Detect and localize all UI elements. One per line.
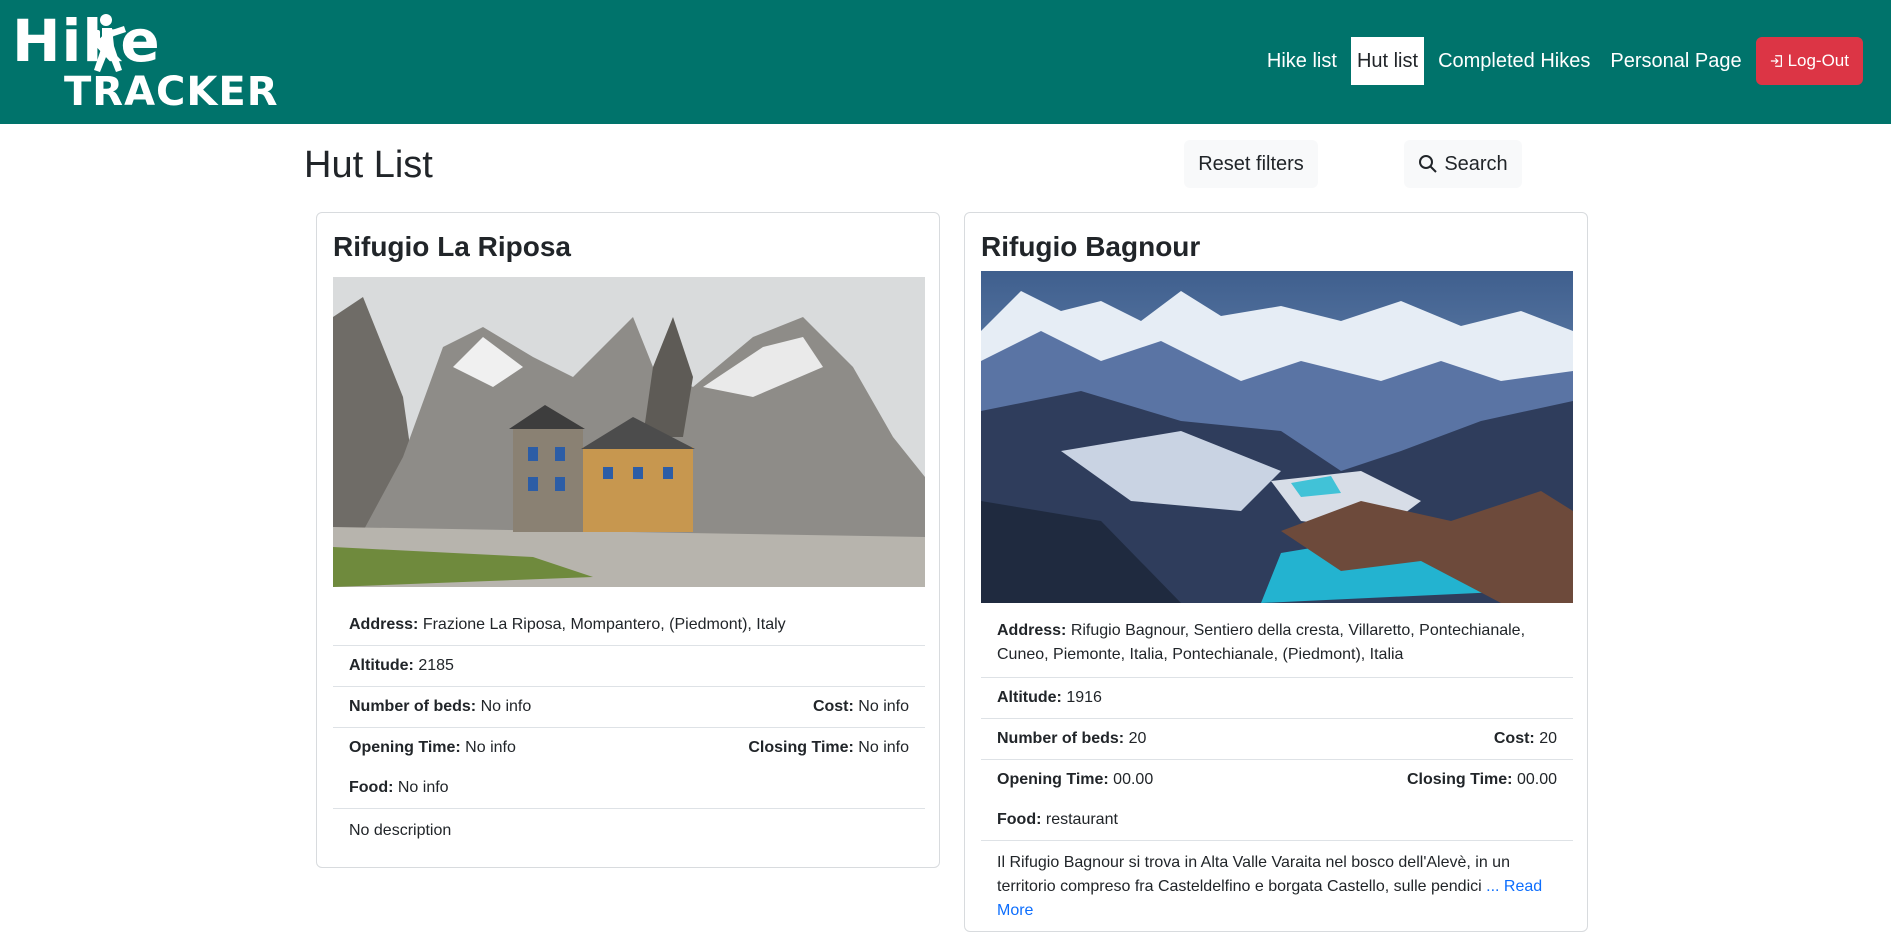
address-label: Address: xyxy=(349,616,419,633)
hut-name: Rifugio La Riposa xyxy=(333,231,571,262)
nav-links: Hike list Hut list Completed Hikes Perso… xyxy=(1253,37,1863,85)
address-row: Address: Frazione La Riposa, Mompantero,… xyxy=(333,605,925,646)
cost-value: No info xyxy=(858,698,909,715)
beds-cost-row: Number of beds: No info Cost: No info xyxy=(333,687,925,728)
hut-details: Address: Frazione La Riposa, Mompantero,… xyxy=(333,605,925,853)
search-button[interactable]: Search xyxy=(1404,140,1522,188)
beds-value: 20 xyxy=(1128,730,1147,747)
food-row: Food: restaurant xyxy=(981,800,1573,841)
closing-value: 00.00 xyxy=(1516,771,1557,788)
beds-label: Number of beds: xyxy=(349,698,477,715)
food-value: restaurant xyxy=(1045,811,1118,828)
beds-cost-row: Number of beds: 20 Cost: 20 xyxy=(981,719,1573,760)
hike-tracker-logo[interactable]: Hike TRACKER xyxy=(12,12,278,112)
hut-description: No description xyxy=(349,822,452,839)
opening-value: 00.00 xyxy=(1113,771,1154,788)
hut-details: Address: Rifugio Bagnour, Sentiero della… xyxy=(981,609,1573,933)
address-row: Address: Rifugio Bagnour, Sentiero della… xyxy=(981,609,1573,678)
logo-text-bottom: TRACKER xyxy=(64,69,279,115)
cost-label: Cost: xyxy=(812,698,854,715)
altitude-value: 2185 xyxy=(418,657,454,674)
navbar: Hike TRACKER Hike list Hut list Complete… xyxy=(0,0,1891,124)
beds-value: No info xyxy=(480,698,532,715)
altitude-label: Altitude: xyxy=(349,657,414,674)
opening-label: Opening Time: xyxy=(349,739,461,756)
nav-hut-list[interactable]: Hut list xyxy=(1350,37,1425,85)
food-label: Food: xyxy=(349,779,394,796)
closing-label: Closing Time: xyxy=(1407,771,1513,788)
opening-label: Opening Time: xyxy=(997,771,1109,788)
time-row: Opening Time: 00.00 Closing Time: 00.00 xyxy=(981,760,1573,800)
logout-button[interactable]: Log-Out xyxy=(1755,37,1863,85)
nav-personal-page[interactable]: Personal Page xyxy=(1604,37,1747,85)
cost-value: 20 xyxy=(1539,730,1557,747)
description-text: Il Rifugio Bagnour si trova in Alta Vall… xyxy=(997,854,1510,895)
nav-hike-list[interactable]: Hike list xyxy=(1261,37,1343,85)
logout-label: Log-Out xyxy=(1787,51,1849,70)
search-icon xyxy=(1419,155,1438,173)
hut-description: Il Rifugio Bagnour si trova in Alta Vall… xyxy=(981,841,1573,933)
login-arrow-icon xyxy=(1770,55,1782,67)
opening-value: No info xyxy=(465,739,516,756)
address-value: Frazione La Riposa, Mompantero, (Piedmon… xyxy=(422,616,786,633)
food-row: Food: No info xyxy=(333,768,925,809)
hut-photo xyxy=(981,271,1573,603)
hut-photo xyxy=(333,277,925,587)
address-label: Address: xyxy=(997,622,1067,639)
nav-completed-hikes[interactable]: Completed Hikes xyxy=(1432,37,1596,85)
altitude-label: Altitude: xyxy=(997,689,1062,706)
cost-label: Cost: xyxy=(1493,730,1535,747)
reset-filters-label: Reset filters xyxy=(1198,152,1304,175)
altitude-value: 1916 xyxy=(1066,689,1102,706)
beds-label: Number of beds: xyxy=(997,730,1125,747)
closing-value: No info xyxy=(858,739,909,756)
page-title: Hut List xyxy=(304,144,433,186)
reset-filters-button[interactable]: Reset filters xyxy=(1184,140,1318,188)
food-value: No info xyxy=(397,779,449,796)
hut-name: Rifugio Bagnour xyxy=(981,231,1201,262)
altitude-row: Altitude: 2185 xyxy=(333,646,925,687)
hut-card[interactable]: Rifugio Bagnour Address: Rifugio Bagnour… xyxy=(964,212,1588,932)
search-label: Search xyxy=(1444,152,1508,175)
closing-label: Closing Time: xyxy=(748,739,854,756)
time-row: Opening Time: No info Closing Time: No i… xyxy=(333,728,925,768)
altitude-row: Altitude: 1916 xyxy=(981,678,1573,719)
hut-card[interactable]: Rifugio La Riposa Address: Frazione La R… xyxy=(316,212,940,868)
food-label: Food: xyxy=(997,811,1042,828)
address-value: Rifugio Bagnour, Sentiero della cresta, … xyxy=(997,622,1526,663)
